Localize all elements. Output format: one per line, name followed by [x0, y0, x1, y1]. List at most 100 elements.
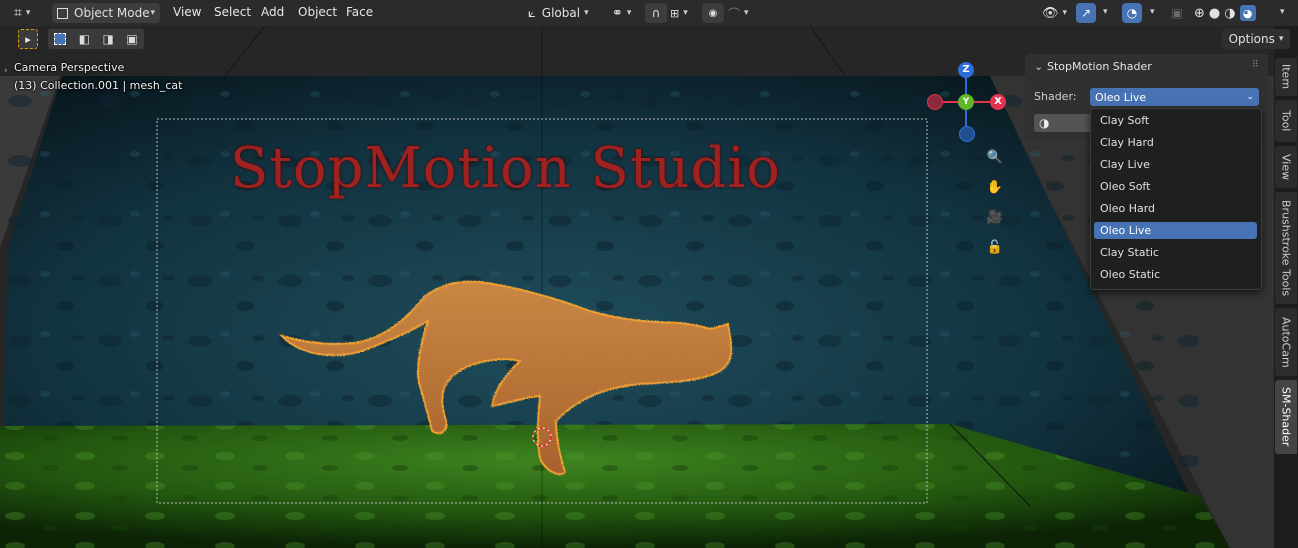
snap-target-icon: ⊞ — [670, 6, 680, 20]
option-oleo-static[interactable]: Oleo Static — [1094, 266, 1257, 283]
snap-target-button[interactable]: ⊞ ▾ — [670, 3, 688, 23]
shading-mode-group: ⊕ ● ◑ ◕ — [1194, 3, 1256, 23]
gizmo-z-axis[interactable]: Z — [958, 62, 974, 78]
material-preview-button[interactable]: ◑ — [1034, 114, 1094, 132]
editor-type-icon: ⌗ — [14, 5, 22, 21]
gizmo-y-axis[interactable]: Y — [958, 94, 974, 110]
options-button[interactable]: Options ▾ — [1222, 29, 1290, 49]
gizmo-x-axis[interactable]: X — [990, 94, 1006, 110]
gizmo-icon: ↗ — [1080, 6, 1092, 20]
proportional-edit-toggle[interactable]: ◉ — [702, 3, 724, 23]
falloff-curve-icon: ⌒ — [728, 6, 741, 21]
tab-view[interactable]: View — [1275, 146, 1297, 188]
shader-dropdown-value: Oleo Live — [1095, 90, 1147, 104]
chevron-down-icon: ▾ — [1278, 34, 1284, 44]
shader-dropdown[interactable]: Oleo Live ⌄ — [1090, 88, 1259, 106]
object-mode-icon — [57, 7, 68, 19]
orientation-label: Global — [541, 6, 581, 20]
option-clay-live[interactable]: Clay Live — [1094, 156, 1257, 173]
mode-label: Object Mode — [74, 6, 150, 20]
chevron-down-icon: ▾ — [1062, 8, 1068, 18]
select-intersect-icon[interactable]: ▣ — [126, 32, 137, 46]
tab-sm-shader-label: SM-Shader — [1279, 387, 1293, 447]
overlay-icon: ◔ — [1126, 6, 1138, 20]
menu-add[interactable]: Add — [261, 5, 284, 19]
menu-view[interactable]: View — [173, 5, 201, 19]
chevron-down-icon: ⌄ — [1246, 92, 1254, 102]
tab-tool[interactable]: Tool — [1275, 100, 1297, 142]
pan-hand-icon[interactable]: ✋ — [984, 176, 1006, 198]
view-label: Camera Perspective — [14, 61, 125, 74]
chevron-down-icon: ▾ — [683, 8, 688, 18]
chevron-down-icon: ▾ — [584, 8, 589, 18]
panel-collapse-icon[interactable]: ⌄ — [1034, 60, 1043, 73]
select-tool-button[interactable]: ▸ — [18, 29, 38, 49]
tab-brushstroke-tools-label: Brushstroke Tools — [1279, 199, 1293, 297]
select-new-icon[interactable] — [54, 33, 67, 45]
toolbar-expand-icon[interactable]: › — [4, 66, 8, 76]
editor-type-button[interactable]: ⌗ ▾ — [14, 3, 30, 23]
chevron-down-icon: ▾ — [626, 8, 632, 18]
snap-toggle[interactable]: ∩ — [645, 3, 667, 23]
chevron-down-icon: ▾ — [150, 8, 155, 18]
solid-shading-icon[interactable]: ● — [1209, 6, 1220, 21]
option-oleo-live[interactable]: Oleo Live — [1094, 222, 1257, 239]
option-clay-soft[interactable]: Clay Soft — [1094, 112, 1257, 129]
proportional-edit-icon: ◉ — [708, 7, 718, 19]
mode-selector[interactable]: Object Mode ▾ — [52, 3, 160, 23]
lock-icon[interactable]: 🔓 — [984, 236, 1006, 258]
drag-handle-icon[interactable]: ⠿ — [1252, 60, 1259, 70]
gizmo-neg-z-axis[interactable] — [959, 126, 975, 142]
select-subtract-icon[interactable]: ◨ — [103, 32, 114, 46]
panel-title[interactable]: StopMotion Shader — [1047, 60, 1152, 73]
option-clay-hard[interactable]: Clay Hard — [1094, 134, 1257, 151]
transform-orientation-selector[interactable]: ⟀ Global ▾ — [528, 3, 604, 23]
select-extend-icon[interactable]: ◧ — [79, 32, 90, 46]
gizmo-neg-x-axis[interactable] — [927, 94, 943, 110]
eye-icon: 👁 — [1042, 5, 1059, 21]
tab-brushstroke-tools[interactable]: Brushstroke Tools — [1275, 192, 1297, 304]
rendered-shading-icon[interactable]: ◕ — [1239, 5, 1256, 21]
shader-label: Shader: — [1034, 90, 1077, 103]
option-oleo-soft[interactable]: Oleo Soft — [1094, 178, 1257, 195]
tab-item-label: Item — [1279, 64, 1293, 90]
chevron-down-icon[interactable]: ▾ — [1150, 7, 1155, 17]
overlay-toggle[interactable]: ◔ — [1122, 3, 1142, 23]
orientation-icon: ⟀ — [528, 5, 536, 21]
zoom-icon[interactable]: 🔍 — [984, 146, 1006, 168]
scene-title-text: StopMotion Studio — [230, 136, 781, 201]
camera-icon[interactable]: 🎥 — [984, 206, 1006, 228]
sidebar-tabs: Item Tool View Brushstroke Tools AutoCam… — [1274, 54, 1298, 548]
menu-select[interactable]: Select — [214, 5, 251, 19]
chevron-down-icon[interactable]: ▾ — [1280, 7, 1285, 17]
chevron-down-icon: ▾ — [25, 8, 31, 18]
option-oleo-hard[interactable]: Oleo Hard — [1094, 200, 1257, 217]
menu-object[interactable]: Object — [298, 5, 337, 19]
xray-icon: ▣ — [1171, 6, 1183, 20]
xray-toggle[interactable]: ▣ — [1169, 3, 1185, 23]
tab-autocam[interactable]: AutoCam — [1275, 308, 1297, 376]
gizmo-toggle[interactable]: ↗ — [1076, 3, 1096, 23]
cursor-arrow-icon: ▸ — [25, 32, 31, 46]
material-shading-icon[interactable]: ◑ — [1224, 6, 1235, 21]
tab-item[interactable]: Item — [1275, 58, 1297, 96]
menu-face[interactable]: Face — [346, 5, 373, 19]
tab-view-label: View — [1279, 153, 1293, 181]
tab-tool-label: Tool — [1279, 110, 1293, 132]
pivot-point-button[interactable]: ⚭ ▾ — [612, 3, 631, 23]
tab-autocam-label: AutoCam — [1279, 316, 1293, 368]
pivot-icon: ⚭ — [612, 5, 623, 21]
tab-sm-shader[interactable]: SM-Shader — [1275, 380, 1297, 454]
chevron-down-icon[interactable]: ▾ — [1103, 7, 1108, 17]
material-sphere-icon: ◑ — [1039, 116, 1050, 130]
viewport-header: ⌗ ▾ Object Mode ▾ View Select Add Object … — [0, 0, 1298, 26]
option-clay-static[interactable]: Clay Static — [1094, 244, 1257, 261]
visibility-button[interactable]: 👁 ▾ — [1042, 3, 1067, 23]
options-label: Options — [1228, 32, 1275, 46]
shader-options-menu: Clay Soft Clay Hard Clay Live Oleo Soft … — [1090, 108, 1262, 290]
selection-mode-group: ◧ ◨ ▣ — [48, 29, 144, 49]
wireframe-shading-icon[interactable]: ⊕ — [1194, 6, 1205, 21]
chevron-down-icon: ▾ — [744, 8, 749, 18]
falloff-button[interactable]: ⌒ ▾ — [728, 3, 749, 23]
magnet-icon: ∩ — [651, 6, 661, 20]
